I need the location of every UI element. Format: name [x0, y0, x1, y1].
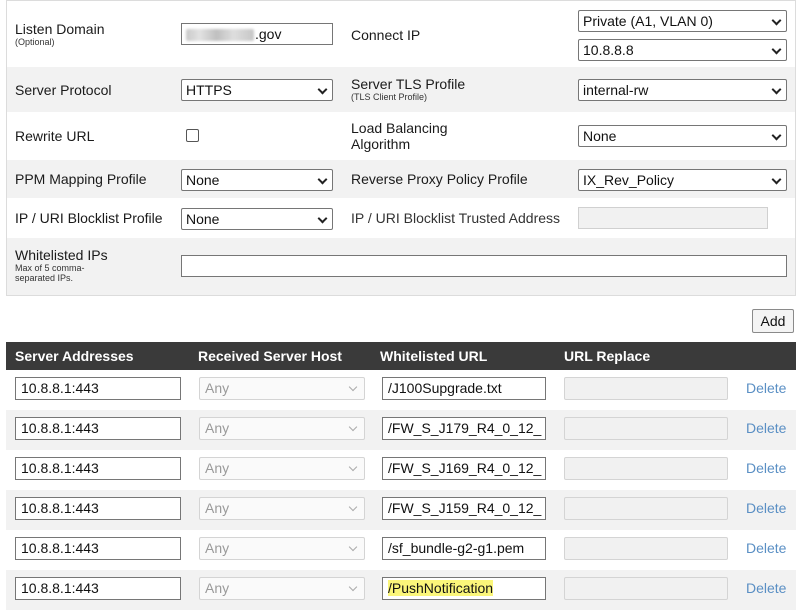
settings-form: Listen Domain (Optional) .gov Connect IP…	[6, 0, 796, 296]
reverse-proxy-label: Reverse Proxy Policy Profile	[351, 171, 528, 187]
blocklist-profile-select[interactable]: None	[181, 208, 333, 230]
server-address-input[interactable]: 10.8.8.1:443	[15, 577, 181, 600]
url-replace-input	[564, 497, 728, 520]
chevron-down-icon	[348, 502, 358, 512]
chevron-down-icon	[771, 84, 782, 95]
delete-link[interactable]: Delete	[746, 420, 786, 436]
blocklist-profile-label: IP / URI Blocklist Profile	[15, 210, 163, 226]
delete-link[interactable]: Delete	[746, 460, 786, 476]
server-address-input[interactable]: 10.8.8.1:443	[15, 457, 181, 480]
whitelisted-url-input[interactable]: /FW_S_J159_R4_0_12_	[382, 497, 546, 520]
header-whitelisted-url: Whitelisted URL	[380, 348, 488, 364]
whitelisted-url-input[interactable]: /FW_S_J179_R4_0_12_	[382, 417, 546, 440]
row-whitelisted-ips: Whitelisted IPs Max of 5 comma- separate…	[7, 238, 795, 296]
server-address-input[interactable]: 10.8.8.1:443	[15, 497, 181, 520]
received-host-select[interactable]: Any	[199, 417, 365, 440]
chevron-down-icon	[771, 44, 782, 55]
url-replace-input	[564, 377, 728, 400]
reverse-proxy-select[interactable]: IX_Rev_Policy	[578, 169, 787, 191]
connect-ip-label: Connect IP	[351, 27, 421, 43]
chevron-down-icon	[348, 422, 358, 432]
table-header: Server Addresses Received Server Host Wh…	[6, 342, 796, 370]
connect-ip-address-select[interactable]: 10.8.8.8	[578, 39, 787, 61]
chevron-down-icon	[317, 213, 328, 224]
chevron-down-icon	[317, 84, 328, 95]
delete-link[interactable]: Delete	[746, 500, 786, 516]
chevron-down-icon	[348, 582, 358, 592]
whitelisted-url-input[interactable]: /sf_bundle-g2-g1.pem	[382, 537, 546, 560]
header-url-replace: URL Replace	[564, 348, 651, 364]
url-replace-input	[564, 417, 728, 440]
load-balancing-select[interactable]: None	[578, 125, 787, 147]
load-balancing-label: Load Balancing Algorithm	[351, 120, 448, 152]
table-row: 10.8.8.1:443 Any /FW_S_J179_R4_0_12_ Del…	[6, 410, 796, 450]
row-rewrite-url: Rewrite URL Load Balancing Algorithm Non…	[7, 112, 795, 160]
received-host-select[interactable]: Any	[199, 577, 365, 600]
header-server-addresses: Server Addresses	[15, 348, 134, 364]
server-address-input[interactable]: 10.8.8.1:443	[15, 537, 181, 560]
chevron-down-icon	[771, 15, 782, 26]
server-protocol-label: Server Protocol	[15, 82, 112, 98]
whitelisted-ips-label: Whitelisted IPs Max of 5 comma- separate…	[15, 247, 108, 283]
server-protocol-select[interactable]: HTTPS	[181, 79, 333, 101]
table-row: 10.8.8.1:443 Any /sf_bundle-g2-g1.pem De…	[6, 530, 796, 570]
chevron-down-icon	[348, 542, 358, 552]
table-row: 10.8.8.1:443 Any /FW_S_J169_R4_0_12_ Del…	[6, 450, 796, 490]
delete-link[interactable]: Delete	[746, 540, 786, 556]
server-address-input[interactable]: 10.8.8.1:443	[15, 417, 181, 440]
rewrite-url-checkbox[interactable]	[186, 129, 199, 142]
listen-domain-label: Listen Domain (Optional)	[15, 21, 105, 47]
row-blocklist: IP / URI Blocklist Profile None IP / URI…	[7, 198, 795, 238]
ppm-mapping-select[interactable]: None	[181, 169, 333, 191]
server-tls-profile-label: Server TLS Profile (TLS Client Profile)	[351, 76, 466, 102]
chevron-down-icon	[771, 174, 782, 185]
received-host-select[interactable]: Any	[199, 457, 365, 480]
highlighted-url-text: /PushNotification	[388, 580, 494, 596]
table-row: 10.8.8.1:443 Any /FW_S_J159_R4_0_12_ Del…	[6, 490, 796, 530]
redacted-domain	[186, 29, 254, 42]
server-tls-profile-select[interactable]: internal-rw	[578, 79, 787, 101]
chevron-down-icon	[771, 130, 782, 141]
received-host-select[interactable]: Any	[199, 377, 365, 400]
server-address-input[interactable]: 10.8.8.1:443	[15, 377, 181, 400]
chevron-down-icon	[317, 174, 328, 185]
url-replace-input	[564, 577, 728, 600]
received-host-select[interactable]: Any	[199, 497, 365, 520]
ppm-mapping-label: PPM Mapping Profile	[15, 171, 147, 187]
delete-link[interactable]: Delete	[746, 580, 786, 596]
whitelisted-ips-input[interactable]	[181, 255, 787, 277]
row-server-protocol: Server Protocol HTTPS Server TLS Profile…	[7, 67, 795, 112]
whitelisted-url-input[interactable]: /J100Supgrade.txt	[382, 377, 546, 400]
table-row: 10.8.8.1:443 Any /J100Supgrade.txt Delet…	[6, 370, 796, 410]
rewrite-url-label: Rewrite URL	[15, 128, 95, 144]
chevron-down-icon	[348, 382, 358, 392]
delete-link[interactable]: Delete	[746, 380, 786, 396]
chevron-down-icon	[348, 462, 358, 472]
url-replace-input	[564, 457, 728, 480]
url-replace-input	[564, 537, 728, 560]
blocklist-trusted-input	[578, 207, 768, 229]
whitelisted-url-input[interactable]: /FW_S_J169_R4_0_12_	[382, 457, 546, 480]
blocklist-trusted-label: IP / URI Blocklist Trusted Address	[351, 210, 561, 226]
add-button[interactable]: Add	[752, 309, 794, 333]
received-host-select[interactable]: Any	[199, 537, 365, 560]
listen-domain-input[interactable]: .gov	[181, 23, 333, 45]
header-received-server-host: Received Server Host	[198, 348, 342, 364]
connect-ip-network-select[interactable]: Private (A1, VLAN 0)	[578, 10, 787, 32]
row-listen-domain: Listen Domain (Optional) .gov Connect IP…	[7, 1, 795, 67]
row-ppm-mapping: PPM Mapping Profile None Reverse Proxy P…	[7, 160, 795, 198]
whitelisted-url-input-highlighted[interactable]: /PushNotification	[382, 577, 546, 600]
table-row: 10.8.8.1:443 Any /PushNotification Delet…	[6, 570, 796, 610]
